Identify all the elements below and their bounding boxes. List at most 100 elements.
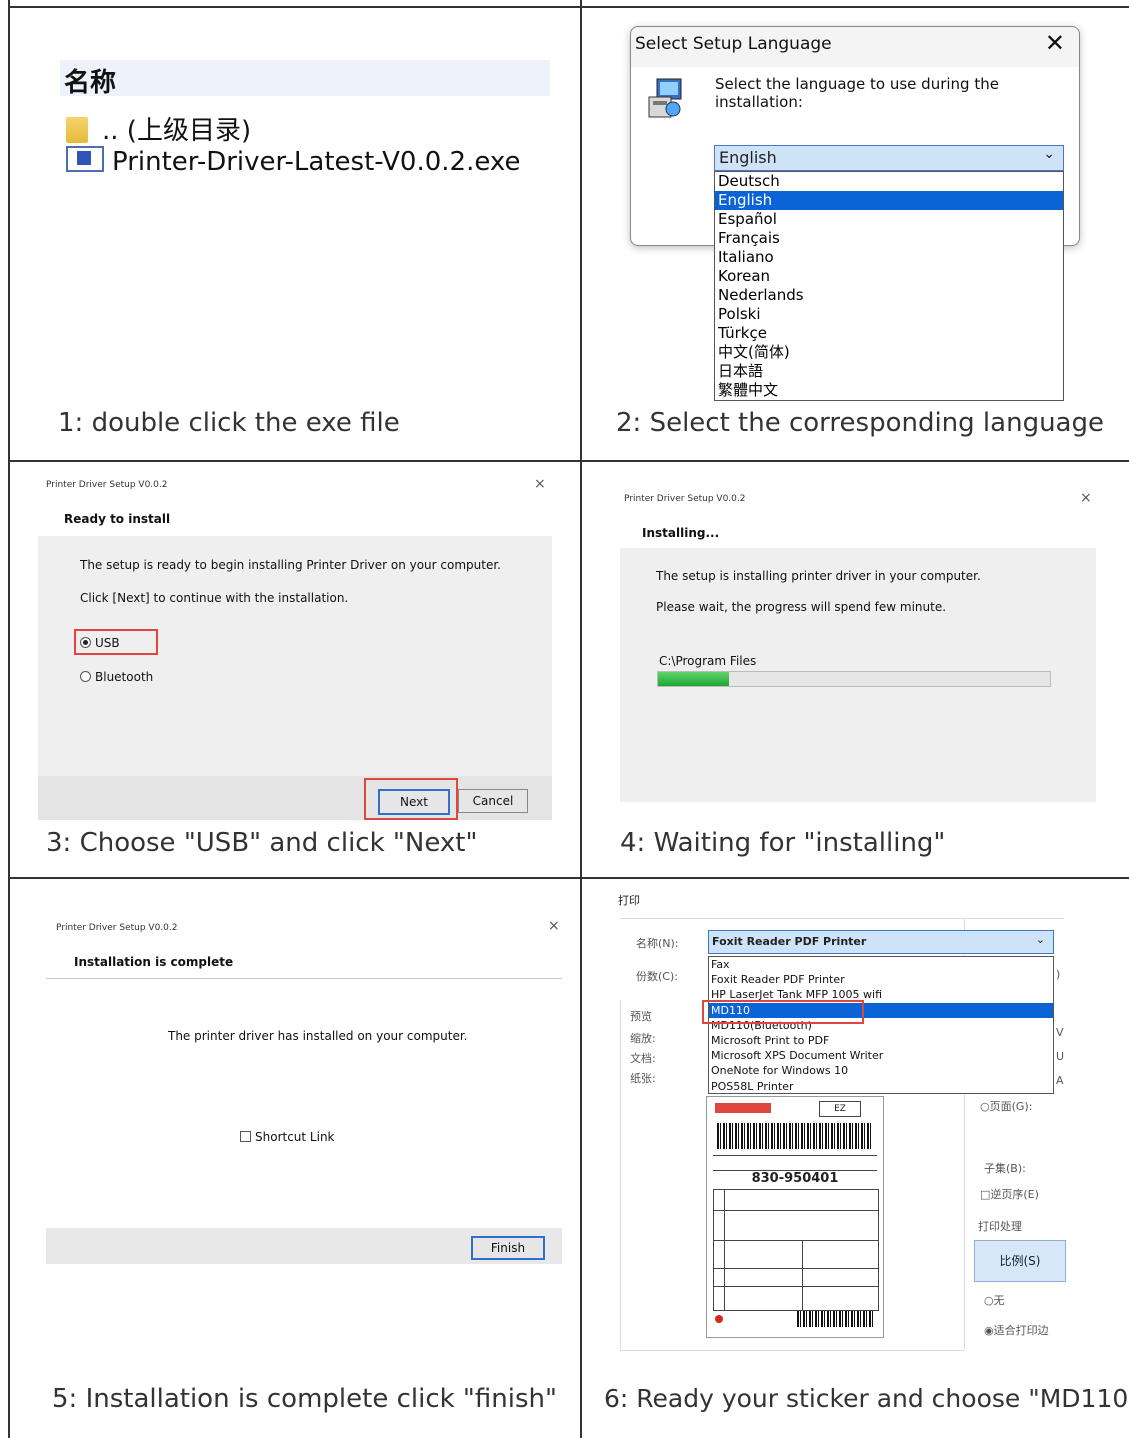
language-option[interactable]: Deutsch bbox=[715, 172, 1063, 191]
parent-dir-row[interactable]: .. (上级目录) bbox=[66, 110, 251, 147]
radio-selected-icon bbox=[80, 637, 91, 648]
print-dialog-title: 打印 bbox=[618, 894, 640, 907]
dialog-message: Select the language to use during the in… bbox=[715, 75, 999, 111]
file-list-header: 名称 bbox=[60, 60, 550, 98]
grid-line-left bbox=[8, 0, 10, 1438]
folder-icon bbox=[66, 117, 88, 143]
preview-label: 预览 bbox=[630, 1010, 652, 1023]
preview-frame-bottom bbox=[620, 1350, 964, 1351]
language-dropdown-list: Deutsch English Español Français Italiano Kor… bbox=[714, 171, 1064, 401]
setup-line1: The setup is ready to begin installing P… bbox=[80, 558, 501, 572]
language-option[interactable]: 繁體中文 bbox=[715, 381, 1063, 400]
copies-label: 份数(C): bbox=[636, 970, 678, 983]
dialog-title: Select Setup Language bbox=[635, 34, 832, 54]
shortcut-label: Shortcut Link bbox=[255, 1130, 335, 1144]
chevron-down-icon: ⌄ bbox=[1035, 933, 1045, 946]
checkbox-icon bbox=[240, 1131, 251, 1142]
install-progress-bar bbox=[657, 671, 1051, 687]
right-clip-a: A bbox=[1056, 1074, 1064, 1087]
printer-option[interactable]: POS58L Printer bbox=[709, 1079, 1053, 1094]
divider bbox=[46, 978, 562, 979]
shortcut-checkbox[interactable]: Shortcut Link bbox=[240, 1130, 335, 1144]
grid-line-center bbox=[580, 0, 582, 1438]
scale-button[interactable]: 比例(S) bbox=[974, 1240, 1066, 1282]
barcode-bottom bbox=[797, 1311, 873, 1327]
printer-option[interactable]: Microsoft XPS Document Writer bbox=[709, 1048, 1053, 1063]
instruction-grid: 名称 .. (上级目录) Printer-Driver-Latest-V0.0.… bbox=[0, 0, 1129, 1438]
close-icon[interactable]: × bbox=[1080, 490, 1092, 506]
language-option[interactable]: Italiano bbox=[715, 248, 1063, 267]
complete-message: The printer driver has installed on your… bbox=[168, 1029, 468, 1043]
scale-fit-option[interactable]: ◉适合打印边 bbox=[984, 1322, 1049, 1338]
right-clip-v: V bbox=[1056, 1026, 1064, 1039]
radio-bluetooth-label: Bluetooth bbox=[95, 670, 154, 684]
close-icon[interactable]: × bbox=[534, 476, 546, 492]
window-title: Printer Driver Setup V0.0.2 bbox=[56, 923, 178, 933]
install-path: C:\Program Files bbox=[659, 654, 757, 668]
printer-option[interactable]: Foxit Reader PDF Printer bbox=[709, 972, 1053, 987]
grid-line-row2 bbox=[8, 877, 1129, 879]
radio-usb[interactable]: USB bbox=[80, 636, 120, 650]
zoom-label: 缩放: bbox=[630, 1032, 656, 1045]
language-option[interactable]: Français bbox=[715, 229, 1063, 248]
radio-unselected-icon bbox=[80, 671, 91, 682]
right-clip-u: U bbox=[1056, 1050, 1065, 1063]
next-button[interactable]: Next bbox=[378, 789, 450, 815]
step3-caption: 3: Choose "USB" and click "Next" bbox=[46, 828, 478, 858]
page-handling-label: 打印处理 bbox=[978, 1220, 1022, 1233]
radio-bluetooth[interactable]: Bluetooth bbox=[80, 670, 153, 684]
cancel-button[interactable]: Cancel bbox=[458, 789, 528, 813]
document-label: 文档: bbox=[630, 1052, 656, 1065]
label-preview: EZ 830-950401 bbox=[706, 1096, 884, 1338]
md110-highlight bbox=[702, 1000, 864, 1024]
reverse-order-checkbox[interactable]: □逆页序(E) bbox=[980, 1186, 1039, 1202]
barcode-top bbox=[717, 1123, 873, 1149]
finish-button[interactable]: Finish bbox=[471, 1236, 545, 1260]
paper-label: 纸张: bbox=[630, 1072, 656, 1085]
step-heading: Installation is complete bbox=[74, 955, 234, 969]
language-option[interactable]: Türkçe bbox=[715, 324, 1063, 343]
printer-option[interactable]: OneNote for Windows 10 bbox=[709, 1063, 1053, 1078]
step2-caption: 2: Select the corresponding language bbox=[616, 408, 1104, 438]
preview-frame-left bbox=[620, 1000, 621, 1350]
close-icon[interactable]: × bbox=[548, 918, 560, 934]
pages-option[interactable]: ○页面(G): bbox=[980, 1098, 1032, 1114]
setup-line2: Click [Next] to continue with the instal… bbox=[80, 591, 349, 605]
divider bbox=[620, 918, 1064, 919]
window-title: Printer Driver Setup V0.0.2 bbox=[624, 494, 746, 504]
close-icon[interactable]: ✕ bbox=[1045, 29, 1065, 57]
language-option[interactable]: 中文(简体) bbox=[715, 343, 1063, 362]
step4-caption: 4: Waiting for "installing" bbox=[620, 828, 946, 858]
printer-select-value: Foxit Reader PDF Printer bbox=[712, 935, 867, 948]
printer-name-label: 名称(N): bbox=[636, 937, 679, 950]
label-code: EZ bbox=[819, 1101, 861, 1117]
setup-icon bbox=[648, 78, 682, 118]
label-info-row bbox=[713, 1155, 877, 1171]
language-option[interactable]: English bbox=[715, 191, 1063, 210]
step6-caption: 6: Ready your sticker and choose "MD110" bbox=[604, 1384, 1129, 1413]
language-option[interactable]: Korean bbox=[715, 267, 1063, 286]
printer-select[interactable]: Foxit Reader PDF Printer ⌄ bbox=[708, 930, 1054, 954]
language-option[interactable]: Español bbox=[715, 210, 1063, 229]
printer-option[interactable]: Microsoft Print to PDF bbox=[709, 1033, 1053, 1048]
copies-suffix: ) bbox=[1056, 968, 1061, 981]
exe-file-icon bbox=[66, 146, 104, 172]
printer-dropdown-list: Fax Foxit Reader PDF Printer HP LaserJet T… bbox=[708, 956, 1054, 1094]
window-title: Printer Driver Setup V0.0.2 bbox=[46, 480, 168, 490]
subset-label: 子集(B): bbox=[984, 1162, 1026, 1175]
printer-option[interactable]: Fax bbox=[709, 957, 1053, 972]
language-select[interactable]: English ⌄ bbox=[714, 145, 1064, 171]
exe-file-row[interactable]: Printer-Driver-Latest-V0.0.2.exe bbox=[66, 146, 520, 177]
step5-caption: 5: Installation is complete click "finis… bbox=[52, 1384, 557, 1414]
grid-line-row1 bbox=[8, 460, 1129, 462]
step-heading: Installing... bbox=[642, 526, 720, 540]
language-option[interactable]: Nederlands bbox=[715, 286, 1063, 305]
install-line1: The setup is installing printer driver i… bbox=[656, 569, 981, 583]
scale-none-option[interactable]: ○无 bbox=[984, 1292, 1005, 1308]
carrier-logo bbox=[715, 1103, 771, 1113]
parent-dir-label: .. (上级目录) bbox=[102, 116, 252, 146]
label-address-block bbox=[713, 1189, 879, 1311]
install-line2: Please wait, the progress will spend few… bbox=[656, 600, 947, 614]
language-option[interactable]: 日本語 bbox=[715, 362, 1063, 381]
language-option[interactable]: Polski bbox=[715, 305, 1063, 324]
